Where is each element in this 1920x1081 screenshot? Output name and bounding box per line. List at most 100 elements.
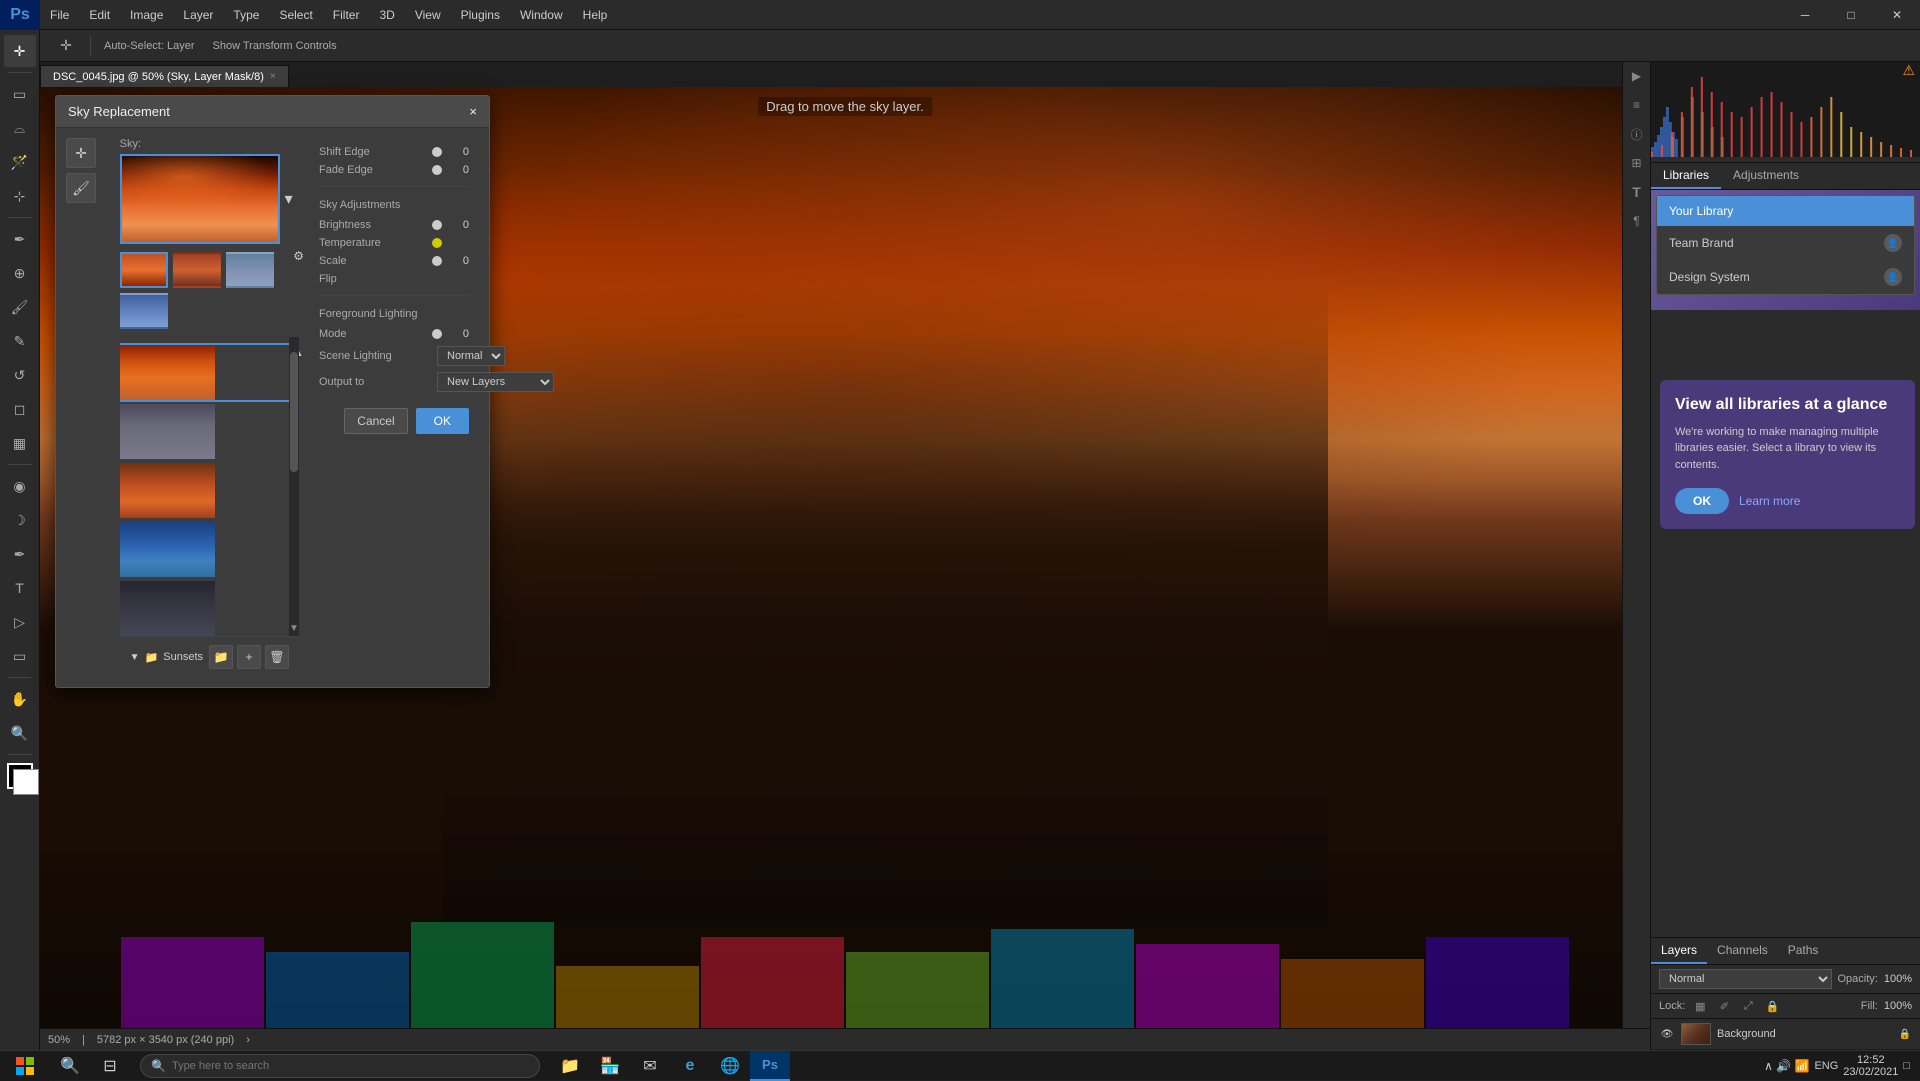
sky-cancel-button[interactable]: Cancel xyxy=(344,408,407,434)
marquee-tool[interactable]: ▭ xyxy=(4,78,36,110)
library-ok-button[interactable]: OK xyxy=(1675,488,1729,514)
dodge-tool[interactable]: ☽ xyxy=(4,504,36,536)
learn-more-link[interactable]: Learn more xyxy=(1739,494,1800,508)
move-tool-icon[interactable]: ✛ xyxy=(50,30,82,62)
list-item[interactable] xyxy=(120,404,299,459)
panel-icon-T[interactable]: T xyxy=(1625,180,1649,204)
sky-dialog-close-button[interactable]: × xyxy=(469,104,477,119)
tab-close-button[interactable]: × xyxy=(270,71,276,82)
panel-icon-4[interactable]: ⊞ xyxy=(1625,151,1649,175)
menu-view[interactable]: View xyxy=(405,0,451,29)
crop-tool[interactable]: ⊹ xyxy=(4,180,36,212)
quick-select-tool[interactable]: 🪄 xyxy=(4,146,36,178)
sky-preview-image[interactable] xyxy=(120,154,280,244)
status-arrow[interactable]: › xyxy=(246,1034,250,1046)
type-tool[interactable]: T xyxy=(4,572,36,604)
pen-tool[interactable]: ✒ xyxy=(4,538,36,570)
library-item-your[interactable]: Your Library xyxy=(1657,196,1914,226)
lasso-tool[interactable]: ⌓ xyxy=(4,112,36,144)
taskbar-task-view[interactable]: ⊟ xyxy=(90,1051,130,1081)
shape-tool[interactable]: ▭ xyxy=(4,640,36,672)
sky-settings-button[interactable]: ⚙ xyxy=(293,249,304,263)
layer-visibility-icon[interactable]: 👁 xyxy=(1659,1026,1675,1042)
hand-tool[interactable]: ✋ xyxy=(4,683,36,715)
taskbar-notification[interactable]: □ xyxy=(1903,1060,1910,1072)
blur-tool[interactable]: ◉ xyxy=(4,470,36,502)
sky-delete-button[interactable]: 🗑 xyxy=(265,645,289,669)
taskbar-photoshop[interactable]: Ps xyxy=(750,1051,790,1081)
menu-filter[interactable]: Filter xyxy=(323,0,370,29)
tab-adjustments[interactable]: Adjustments xyxy=(1721,163,1811,189)
list-item[interactable] xyxy=(120,345,299,400)
document-tab[interactable]: DSC_0045.jpg @ 50% (Sky, Layer Mask/8) × xyxy=(40,65,289,87)
sky-thumb-2[interactable] xyxy=(173,252,221,288)
tab-channels[interactable]: Channels xyxy=(1707,938,1778,964)
path-select-tool[interactable]: ▷ xyxy=(4,606,36,638)
sky-move-tool[interactable]: ✛ xyxy=(66,138,96,168)
start-button[interactable] xyxy=(0,1051,50,1081)
menu-3d[interactable]: 3D xyxy=(369,0,404,29)
menu-image[interactable]: Image xyxy=(120,0,173,29)
menu-select[interactable]: Select xyxy=(269,0,322,29)
minimize-button[interactable]: ─ xyxy=(1782,0,1828,30)
sky-output-select[interactable]: New Layers Duplicate Layer Flatten All L… xyxy=(437,372,554,392)
sky-thumb-4[interactable] xyxy=(120,293,168,329)
brush-tool[interactable]: 🖌 xyxy=(4,291,36,323)
library-item-design[interactable]: Design System 👤 xyxy=(1657,260,1914,294)
library-item-team[interactable]: Team Brand 👤 xyxy=(1657,226,1914,260)
sky-ok-button[interactable]: OK xyxy=(416,408,469,434)
menu-help[interactable]: Help xyxy=(573,0,618,29)
sky-thumb-3[interactable] xyxy=(226,252,274,288)
blend-mode-select[interactable]: Normal xyxy=(1659,969,1832,989)
list-item[interactable] xyxy=(120,581,299,636)
lock-position-icon[interactable]: ✐ xyxy=(1715,997,1733,1015)
list-item[interactable] xyxy=(120,522,299,577)
spot-heal-tool[interactable]: ⊕ xyxy=(4,257,36,289)
eraser-tool[interactable]: ◻ xyxy=(4,393,36,425)
sky-thumb-1[interactable] xyxy=(120,252,168,288)
panel-icon-2[interactable]: ▶ xyxy=(1625,64,1649,88)
sky-add-button[interactable]: + xyxy=(237,645,261,669)
sky-collapse-button[interactable]: ▼ 📁 Sunsets xyxy=(130,651,203,664)
taskbar-explorer[interactable]: 📁 xyxy=(550,1051,590,1081)
foreground-color[interactable] xyxy=(7,763,33,789)
taskbar-search-input[interactable] xyxy=(172,1060,529,1072)
sky-brush-tool[interactable]: 🖌 xyxy=(66,173,96,203)
menu-edit[interactable]: Edit xyxy=(79,0,120,29)
sky-dropdown-arrow[interactable]: ▾ xyxy=(285,189,293,209)
history-brush-tool[interactable]: ↺ xyxy=(4,359,36,391)
menu-file[interactable]: File xyxy=(40,0,79,29)
sky-new-folder-button[interactable]: 📁 xyxy=(209,645,233,669)
tab-paths[interactable]: Paths xyxy=(1778,938,1829,964)
taskbar-edge[interactable]: e xyxy=(670,1051,710,1081)
move-tool[interactable]: ✛ xyxy=(4,35,36,67)
taskbar-store[interactable]: 🏪 xyxy=(590,1051,630,1081)
tab-libraries[interactable]: Libraries xyxy=(1651,163,1721,189)
sky-scrollbar-thumb[interactable] xyxy=(290,352,298,472)
taskbar-chrome[interactable]: 🌐 xyxy=(710,1051,750,1081)
menu-layer[interactable]: Layer xyxy=(173,0,223,29)
menu-type[interactable]: Type xyxy=(223,0,269,29)
close-button[interactable]: ✕ xyxy=(1874,0,1920,30)
lock-artboards-icon[interactable]: ⤢ xyxy=(1739,997,1757,1015)
sky-scrollbar[interactable]: ▼ xyxy=(289,337,299,636)
eyedropper-tool[interactable]: ✒ xyxy=(4,223,36,255)
list-item[interactable] xyxy=(120,463,299,518)
gradient-tool[interactable]: ▦ xyxy=(4,427,36,459)
panel-icon-3[interactable]: ≡ xyxy=(1625,93,1649,117)
lock-pixels-icon[interactable]: ▦ xyxy=(1691,997,1709,1015)
taskbar-mail[interactable]: ✉ xyxy=(630,1051,670,1081)
maximize-button[interactable]: □ xyxy=(1828,0,1874,30)
tab-layers[interactable]: Layers xyxy=(1651,938,1707,964)
sky-scene-light-select[interactable]: Normal xyxy=(437,346,505,366)
menu-window[interactable]: Window xyxy=(510,0,573,29)
scroll-down-arrow[interactable]: ▼ xyxy=(290,621,298,636)
lock-all-icon[interactable]: 🔒 xyxy=(1763,997,1781,1015)
taskbar-search-icon[interactable]: 🔍 xyxy=(50,1051,90,1081)
panel-icon-para[interactable]: ¶ xyxy=(1625,209,1649,233)
zoom-tool[interactable]: 🔍 xyxy=(4,717,36,749)
menu-plugins[interactable]: Plugins xyxy=(451,0,510,29)
table-row[interactable]: 👁 Background 🔒 xyxy=(1651,1019,1920,1050)
clone-stamp-tool[interactable]: ✎ xyxy=(4,325,36,357)
panel-icon-info[interactable]: ⓘ xyxy=(1625,122,1649,146)
